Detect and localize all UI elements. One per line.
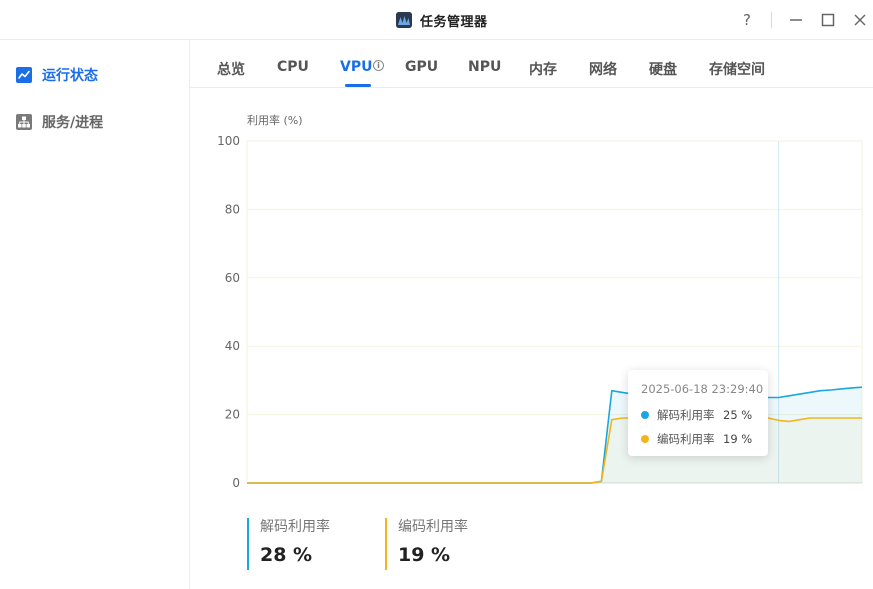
tab-overview[interactable]: 总览: [217, 59, 245, 79]
app-title: 任务管理器: [396, 11, 488, 30]
close-icon: [854, 14, 866, 26]
info-icon[interactable]: i: [373, 60, 384, 71]
decode-dot-icon: [641, 411, 649, 419]
tooltip-series-name: 编码利用率: [657, 432, 715, 446]
tab-npu[interactable]: NPU: [468, 59, 501, 75]
task-manager-window: 任务管理器 ? 运行状态 服务/进程 总览 CPU VPU i GPU NPU …: [0, 0, 873, 589]
tooltip-time: 2025-06-18 23:29:40: [641, 382, 764, 396]
tab-disk[interactable]: 硬盘: [649, 59, 677, 79]
task-manager-app-icon: [396, 12, 412, 28]
window-title: 任务管理器: [420, 14, 488, 30]
tab-network[interactable]: 网络: [589, 59, 617, 79]
summary-value: 28 %: [260, 544, 313, 566]
y-tick-label: 100: [217, 134, 240, 148]
sidebar-item-label: 服务/进程: [42, 115, 104, 131]
summary-label: 解码利用率: [260, 519, 330, 535]
sidebar: 运行状态 服务/进程: [0, 40, 190, 589]
minimize-button[interactable]: [786, 10, 806, 30]
y-tick-label: 80: [225, 202, 240, 216]
close-button[interactable]: [850, 10, 870, 30]
encode-dot-icon: [641, 435, 649, 443]
tooltip-row-encode: 编码利用率 19 %: [641, 431, 752, 447]
summary-label: 编码利用率: [398, 519, 468, 535]
y-tick-label: 20: [225, 408, 240, 422]
line-chart-icon: [16, 67, 32, 83]
titlebar-divider: [771, 12, 772, 28]
tab-cpu[interactable]: CPU: [277, 59, 309, 75]
tooltip-series-name: 解码利用率: [657, 408, 715, 422]
tab-gpu[interactable]: GPU: [405, 59, 438, 75]
vpu-utilization-chart[interactable]: 利用率 (%) 100 80 60 40 20 0 2025-06-18 23:29:40…: [190, 88, 873, 508]
tab-memory[interactable]: 内存: [529, 59, 557, 79]
chart-canvas: 100 80 60 40 20 0: [217, 134, 863, 490]
series-area-encode: [247, 418, 862, 483]
sidebar-item-status[interactable]: 运行状态: [16, 64, 98, 86]
summary-decode: 解码利用率 28 %: [247, 518, 330, 570]
active-tab-indicator: [345, 84, 371, 87]
y-tick-label: 60: [225, 271, 240, 285]
sidebar-item-label: 运行状态: [42, 68, 98, 84]
tooltip-series-value: 25 %: [723, 408, 753, 422]
hierarchy-icon: [16, 114, 32, 130]
y-tick-label: 40: [225, 339, 240, 353]
summary-encode: 编码利用率 19 %: [385, 518, 468, 570]
tooltip-series-value: 19 %: [723, 432, 753, 446]
tab-vpu[interactable]: VPU: [340, 59, 372, 75]
summary-value: 19 %: [398, 544, 451, 566]
tab-bar: 总览 CPU VPU i GPU NPU 内存 网络 硬盘 存储空间: [190, 40, 873, 88]
maximize-icon: [821, 13, 835, 27]
tab-storage[interactable]: 存储空间: [709, 59, 765, 79]
y-tick-label: 0: [232, 476, 240, 490]
maximize-button[interactable]: [818, 10, 838, 30]
minimize-icon: [790, 19, 802, 21]
tooltip-row-decode: 解码利用率 25 %: [641, 407, 752, 423]
sidebar-item-services[interactable]: 服务/进程: [16, 111, 103, 133]
title-bar: 任务管理器 ?: [0, 0, 873, 40]
help-icon: ?: [743, 11, 751, 29]
chart-tooltip: 2025-06-18 23:29:40 解码利用率 25 % 编码利用率 19 …: [628, 370, 768, 456]
help-button[interactable]: ?: [737, 10, 757, 30]
